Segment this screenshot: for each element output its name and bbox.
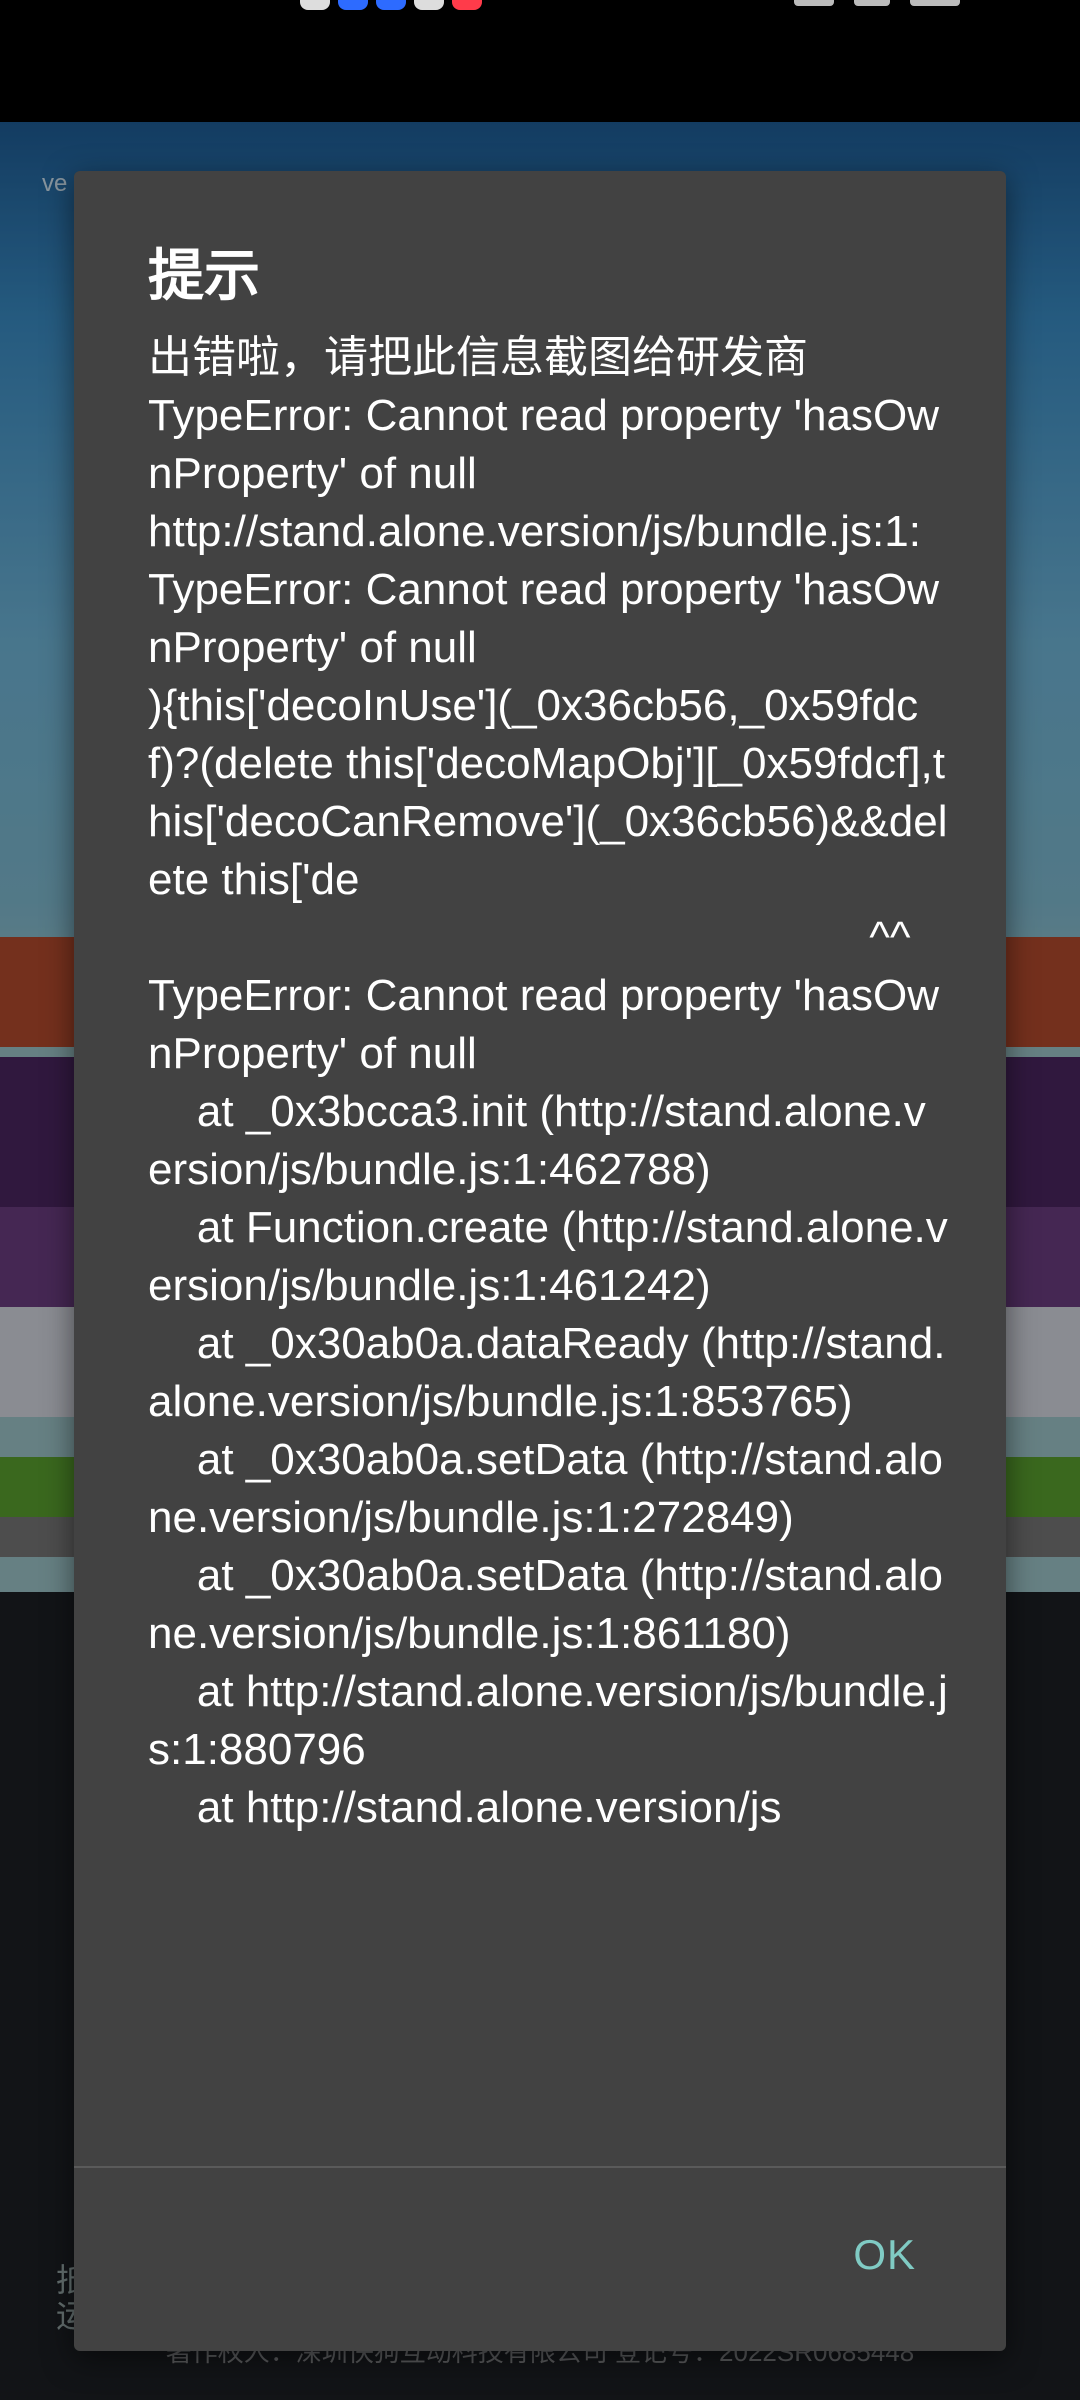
ok-button[interactable]: OK bbox=[847, 2230, 922, 2280]
wifi-icon bbox=[854, 0, 890, 6]
error-message[interactable]: 出错啦，请把此信息截图给研发商 TypeError: Cannot read p… bbox=[148, 329, 948, 2324]
notification-icon bbox=[414, 0, 444, 10]
notification-icon bbox=[300, 0, 330, 10]
notification-icon bbox=[376, 0, 406, 10]
system-icons bbox=[794, 0, 960, 6]
notification-icon bbox=[338, 0, 368, 10]
signal-icon bbox=[794, 0, 834, 6]
battery-icon bbox=[910, 0, 960, 6]
notification-icons bbox=[300, 0, 482, 10]
status-bar bbox=[0, 0, 1080, 122]
error-dialog: 提示 出错啦，请把此信息截图给研发商 TypeError: Cannot rea… bbox=[74, 171, 1006, 2351]
dialog-title: 提示 bbox=[148, 244, 260, 307]
dialog-actions: OK bbox=[74, 2168, 1006, 2351]
notification-icon bbox=[452, 0, 482, 10]
